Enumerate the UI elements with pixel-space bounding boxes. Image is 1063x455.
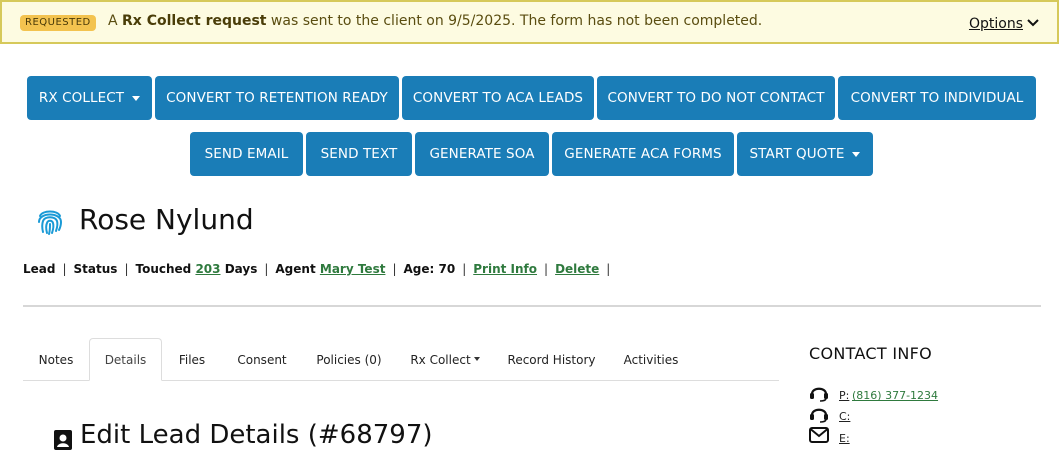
convert-individual-button[interactable]: CONVERT TO INDIVIDUAL: [838, 76, 1036, 120]
contact-email-row: E:: [809, 427, 1049, 449]
divider: [23, 305, 1041, 307]
options-label: Options: [968, 16, 1023, 32]
days-label: Days: [224, 262, 258, 276]
status-label: Status: [73, 262, 118, 276]
generate-soa-button[interactable]: GENERATE SOA: [415, 132, 549, 176]
envelope-icon: [809, 427, 829, 445]
agent-link[interactable]: Mary Test: [320, 262, 386, 276]
touched-days-link[interactable]: 203: [195, 262, 220, 276]
lead-type: Lead: [23, 262, 56, 276]
tab-rx-collect[interactable]: Rx Collect: [396, 338, 494, 381]
separator: |: [264, 262, 269, 276]
delete-link[interactable]: Delete: [555, 262, 599, 276]
rx-collect-button[interactable]: RX COLLECT: [27, 76, 152, 120]
caret-down-icon: [852, 151, 861, 157]
convert-aca-leads-button[interactable]: CONVERT TO ACA LEADS: [402, 76, 594, 120]
contact-card-icon: [53, 429, 73, 451]
contact-info-title: CONTACT INFO: [809, 344, 933, 363]
tab-rx-collect-label: Rx Collect: [410, 352, 471, 367]
fingerprint-icon: [36, 206, 64, 236]
send-email-button[interactable]: SEND EMAIL: [190, 132, 303, 176]
separator: |: [392, 262, 397, 276]
edit-lead-heading: Edit Lead Details (#68797): [80, 420, 433, 450]
chevron-down-icon: [1027, 16, 1039, 32]
start-quote-label: START QUOTE: [749, 146, 845, 162]
email-label: E:: [839, 432, 850, 445]
tab-files[interactable]: Files: [162, 338, 222, 381]
lead-meta-bar: Lead | Status | Touched 203 Days | Agent Mary …: [23, 262, 617, 276]
banner-msg-suffix: was sent to the client on 9/5/2025. The …: [266, 13, 763, 29]
cell-label: C:: [839, 410, 851, 423]
headset-icon: [809, 384, 829, 402]
contact-phone-row: P: (816) 377-1234: [809, 386, 1049, 406]
tab-consent[interactable]: Consent: [222, 338, 302, 381]
age-text: Age: 70: [403, 262, 456, 276]
requested-badge: REQUESTED: [20, 15, 96, 31]
convert-do-not-contact-button[interactable]: CONVERT TO DO NOT CONTACT: [597, 76, 835, 120]
caret-down-icon: [132, 95, 141, 101]
lead-name: Rose Nylund: [79, 203, 254, 236]
rx-collect-banner: REQUESTED A Rx Collect request was sent …: [0, 0, 1059, 44]
print-info-link[interactable]: Print Info: [473, 262, 537, 276]
generate-aca-forms-button[interactable]: GENERATE ACA FORMS: [552, 132, 734, 176]
phone-label: P:: [839, 389, 850, 402]
rx-collect-label: RX COLLECT: [38, 90, 125, 106]
phone-link[interactable]: (816) 377-1234: [852, 389, 938, 402]
convert-retention-ready-button[interactable]: CONVERT TO RETENTION READY: [155, 76, 399, 120]
touched-label: Touched: [135, 262, 192, 276]
tab-details[interactable]: Details: [89, 338, 162, 381]
separator: |: [62, 262, 67, 276]
send-text-button[interactable]: SEND TEXT: [306, 132, 412, 176]
separator: |: [124, 262, 129, 276]
banner-msg-prefix: A: [108, 13, 123, 29]
caret-down-icon: [473, 356, 480, 361]
headset-icon: [809, 405, 829, 423]
tab-activities[interactable]: Activities: [609, 338, 693, 381]
banner-message: A Rx Collect request was sent to the cli…: [108, 13, 762, 29]
tab-record-history[interactable]: Record History: [494, 338, 609, 381]
separator: |: [544, 262, 549, 276]
start-quote-button[interactable]: START QUOTE: [737, 132, 873, 176]
tab-policies[interactable]: Policies (0): [302, 338, 396, 381]
tab-notes[interactable]: Notes: [23, 338, 89, 381]
agent-label: Agent: [275, 262, 316, 276]
banner-msg-bold: Rx Collect request: [122, 13, 267, 29]
separator: |: [462, 262, 467, 276]
options-dropdown[interactable]: Options: [969, 16, 1039, 32]
contact-cell-row: C:: [809, 407, 1049, 427]
separator: |: [606, 262, 611, 276]
